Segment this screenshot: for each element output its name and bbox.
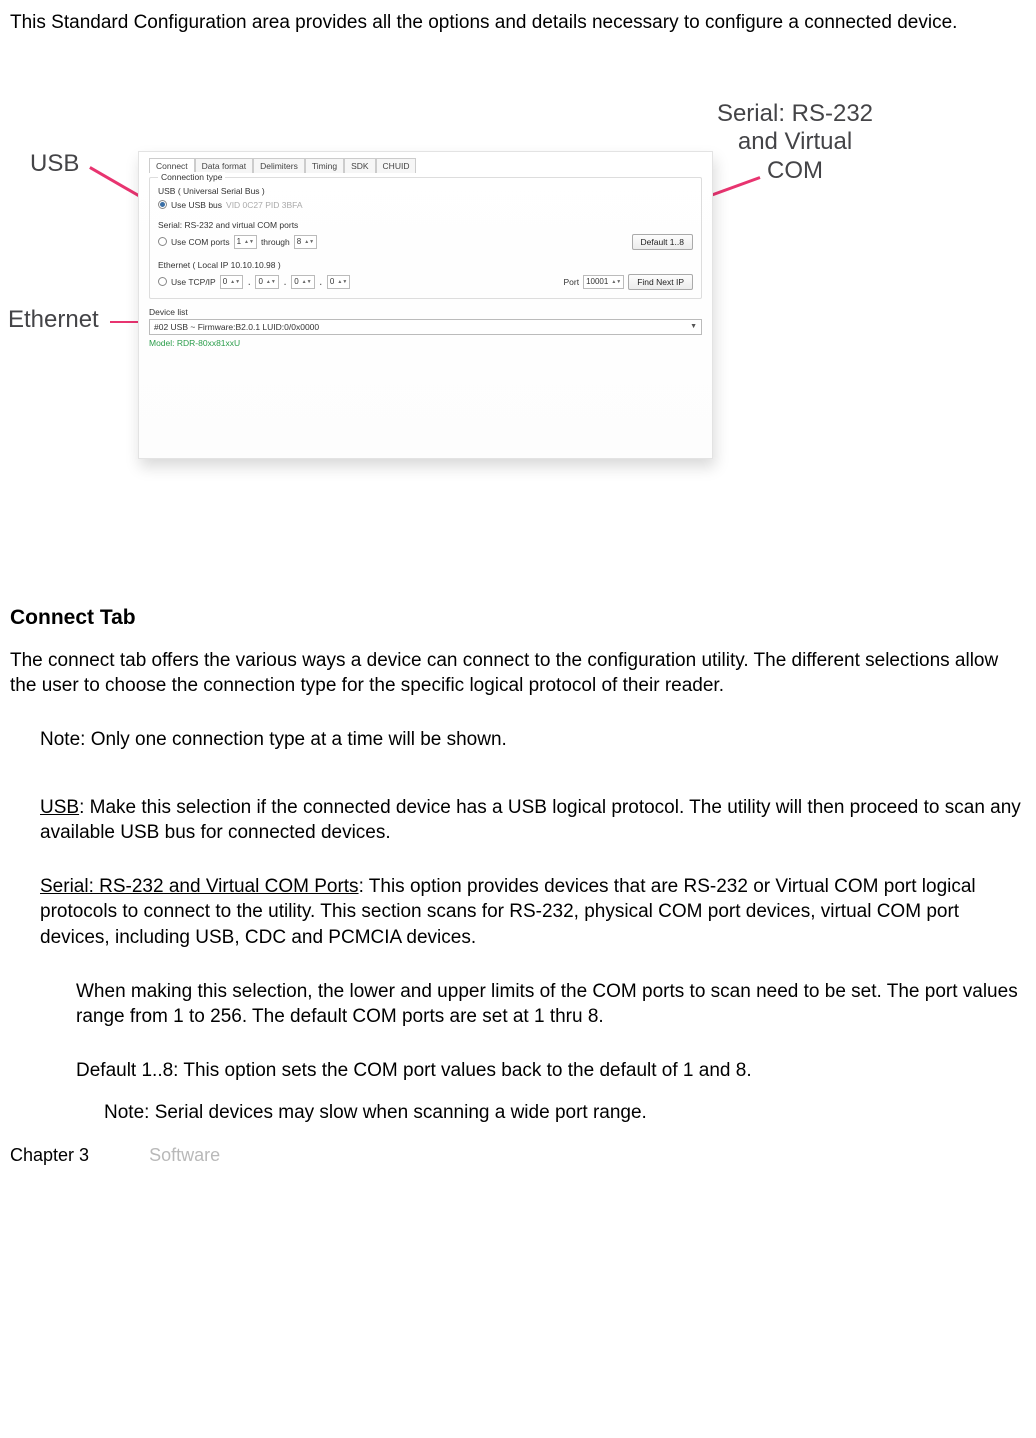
device-model: Model: RDR-80xx81xxU [149, 338, 702, 348]
serial-subtitle: Serial: RS-232 and virtual COM ports [158, 220, 693, 230]
panel-tabs: Connect Data format Delimiters Timing SD… [149, 158, 702, 173]
serial-label-underline: Serial: RS-232 and Virtual COM Ports [40, 876, 359, 897]
radio-ethernet-label: Use TCP/IP [171, 277, 216, 287]
chevron-down-icon: ▼ [690, 323, 697, 330]
usb-detail: VID 0C27 PID 3BFA [226, 200, 303, 210]
footer-chapter: Chapter 3 [10, 1145, 89, 1166]
radio-ethernet[interactable] [158, 277, 167, 286]
page-footer: Chapter 3 Software [10, 1145, 1026, 1166]
port-spinner[interactable]: 10001▲▼ [583, 275, 624, 289]
usb-label-underline: USB [40, 797, 79, 818]
label-serial: Serial: RS-232 and Virtual COM [710, 100, 880, 186]
ip2-spinner[interactable]: 0▲▼ [255, 275, 278, 289]
radio-serial[interactable] [158, 237, 167, 246]
ethernet-subtitle: Ethernet ( Local IP 10.10.10.98 ) [158, 260, 693, 270]
tab-timing[interactable]: Timing [305, 158, 344, 173]
connect-note2: Note: Serial devices may slow when scann… [104, 1100, 1026, 1126]
serial-sub2: Default 1..8: This option sets the COM p… [76, 1058, 1026, 1084]
radio-usb-label: Use USB bus [171, 200, 222, 210]
connection-type-fieldset: Connection type USB ( Universal Serial B… [149, 177, 702, 299]
ip1-spinner[interactable]: 0▲▼ [220, 275, 243, 289]
serial-sub1: When making this selection, the lower an… [76, 979, 1026, 1030]
label-usb: USB [30, 150, 79, 179]
device-list-combo[interactable]: #02 USB ~ Firmware:B2.0.1 LUID:0/0x0000 … [149, 319, 702, 335]
dot-sep: . [319, 277, 323, 287]
ip3-spinner[interactable]: 0▲▼ [291, 275, 314, 289]
connect-tab-heading: Connect Tab [10, 606, 1026, 630]
label-ethernet: Ethernet [8, 306, 99, 335]
com-from-spinner[interactable]: 1▲▼ [234, 235, 257, 249]
dot-sep: . [247, 277, 251, 287]
default-button[interactable]: Default 1..8 [632, 234, 693, 250]
through-label: through [261, 237, 290, 247]
radio-usb[interactable] [158, 200, 167, 209]
find-next-ip-button[interactable]: Find Next IP [628, 274, 693, 290]
usb-row: Use USB bus VID 0C27 PID 3BFA [158, 200, 693, 210]
intro-paragraph: This Standard Configuration area provide… [10, 10, 1026, 36]
tab-sdk[interactable]: SDK [344, 158, 375, 173]
serial-description: Serial: RS-232 and Virtual COM Ports: Th… [40, 874, 1026, 951]
usb-description: USB: Make this selection if the connecte… [40, 795, 1026, 846]
config-panel: Connect Data format Delimiters Timing SD… [138, 151, 713, 459]
device-list-section: Device list #02 USB ~ Firmware:B2.0.1 LU… [149, 307, 702, 348]
tab-chuid[interactable]: CHUID [376, 158, 417, 173]
config-diagram: USB Ethernet Serial: RS-232 and Virtual … [10, 106, 1026, 476]
tab-connect[interactable]: Connect [149, 158, 195, 173]
connect-note1: Note: Only one connection type at a time… [40, 727, 1026, 753]
port-label: Port [563, 277, 579, 287]
device-list-heading: Device list [149, 307, 702, 317]
com-to-spinner[interactable]: 8▲▼ [294, 235, 317, 249]
dot-sep: . [283, 277, 287, 287]
footer-software: Software [149, 1145, 220, 1166]
usb-subtitle: USB ( Universal Serial Bus ) [158, 186, 693, 196]
connect-tab-para1: The connect tab offers the various ways … [10, 648, 1026, 699]
device-list-value: #02 USB ~ Firmware:B2.0.1 LUID:0/0x0000 [154, 322, 319, 332]
ip4-spinner[interactable]: 0▲▼ [327, 275, 350, 289]
tab-delimiters[interactable]: Delimiters [253, 158, 305, 173]
tab-data-format[interactable]: Data format [195, 158, 253, 173]
radio-serial-label: Use COM ports [171, 237, 230, 247]
connection-type-title: Connection type [158, 172, 225, 182]
ethernet-row: Use TCP/IP 0▲▼ . 0▲▼ . 0▲▼ . 0▲▼ Port 10… [158, 274, 693, 290]
serial-row: Use COM ports 1▲▼ through 8▲▼ Default 1.… [158, 234, 693, 250]
